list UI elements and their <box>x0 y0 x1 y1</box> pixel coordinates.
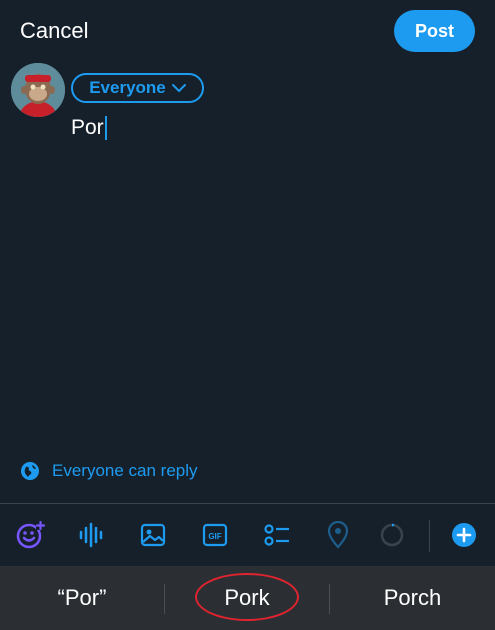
gif-icon[interactable]: GIF <box>199 519 231 551</box>
text-cursor <box>104 116 107 140</box>
toolbar-separator <box>429 520 430 552</box>
post-button[interactable]: Post <box>394 10 475 52</box>
suggestion-item[interactable]: “Por” <box>0 566 164 630</box>
post-text: Por <box>71 116 104 139</box>
svg-text:GIF: GIF <box>208 532 221 541</box>
chevron-down-icon <box>171 84 186 93</box>
audience-label: Everyone <box>89 78 166 97</box>
add-thread-icon[interactable] <box>448 519 480 551</box>
post-text-input[interactable]: Por <box>71 113 107 143</box>
reply-setting[interactable]: Everyone can reply <box>20 458 198 484</box>
progress-ring-icon <box>376 519 408 551</box>
audio-waveform-icon[interactable] <box>75 519 107 551</box>
avatar-image <box>11 63 65 117</box>
keyboard-suggestion-bar: “Por” Pork Porch <box>0 566 495 630</box>
compose-toolbar: GIF <box>0 504 495 566</box>
reply-setting-label: Everyone can reply <box>52 461 198 480</box>
avatar[interactable] <box>11 63 65 117</box>
image-icon[interactable] <box>137 519 169 551</box>
location-icon[interactable] <box>322 519 354 551</box>
suggestion-item[interactable]: Porch <box>330 566 495 630</box>
cancel-button[interactable]: Cancel <box>20 18 88 44</box>
suggestion-item[interactable]: Pork <box>165 566 329 630</box>
top-bar: Cancel Post <box>0 0 495 62</box>
globe-icon <box>21 462 39 480</box>
poll-icon[interactable] <box>261 519 293 551</box>
grok-icon[interactable] <box>14 519 46 551</box>
audience-selector[interactable]: Everyone <box>71 73 204 103</box>
